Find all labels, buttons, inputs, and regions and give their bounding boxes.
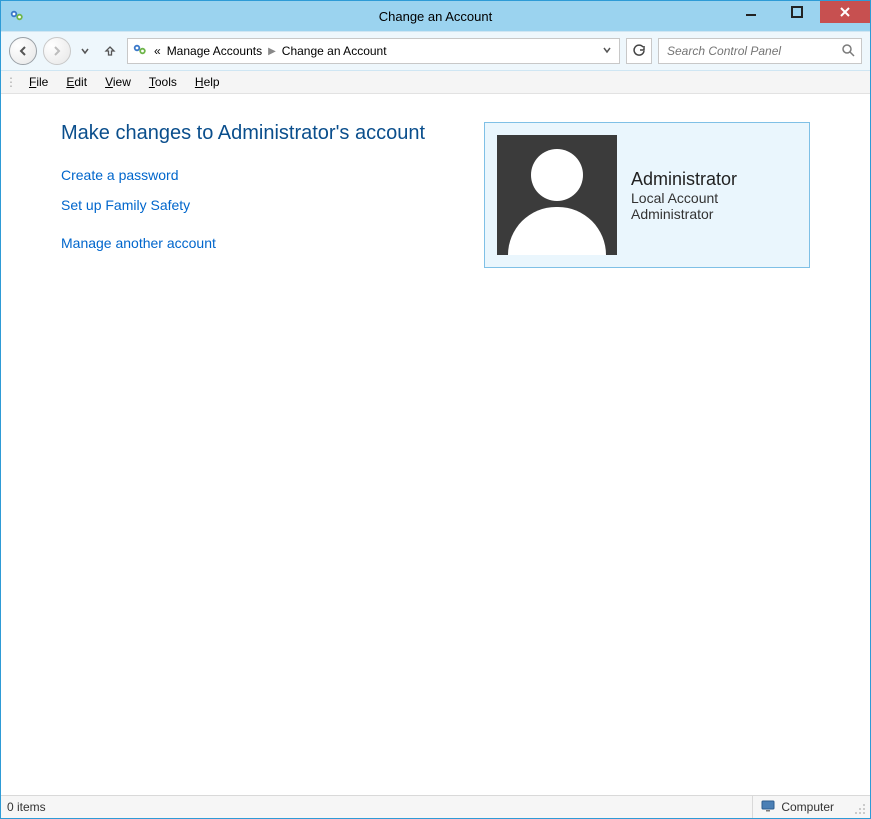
link-manage-another[interactable]: Manage another account xyxy=(61,235,444,251)
up-button[interactable] xyxy=(99,38,121,64)
link-family-safety[interactable]: Set up Family Safety xyxy=(61,197,444,213)
account-type: Local Account xyxy=(631,190,737,206)
page-heading: Make changes to Administrator's account xyxy=(61,122,444,145)
menu-tools[interactable]: Tools xyxy=(141,73,185,91)
maximize-button[interactable] xyxy=(774,1,820,23)
breadcrumb-prefix: « xyxy=(154,44,161,58)
chevron-right-icon: ▶ xyxy=(268,46,276,57)
menu-file[interactable]: File xyxy=(21,73,56,91)
breadcrumb-current[interactable]: Change an Account xyxy=(282,44,387,58)
content-area: Make changes to Administrator's account … xyxy=(1,94,870,795)
computer-icon xyxy=(761,800,775,815)
menu-view[interactable]: View xyxy=(97,73,139,91)
statusbar: 0 items Computer xyxy=(1,795,870,818)
breadcrumb-parent[interactable]: Manage Accounts xyxy=(167,44,262,58)
left-column: Make changes to Administrator's account … xyxy=(61,122,444,795)
account-card[interactable]: Administrator Local Account Administrato… xyxy=(484,122,810,268)
status-location: Computer xyxy=(752,796,854,818)
user-accounts-icon xyxy=(132,42,148,61)
forward-button[interactable] xyxy=(43,37,71,65)
menubar-grip: ⋮ xyxy=(5,75,15,89)
resize-grip-icon[interactable] xyxy=(854,803,868,817)
minimize-button[interactable] xyxy=(728,1,774,23)
search-icon xyxy=(841,43,855,60)
window-controls xyxy=(728,1,870,31)
account-info: Administrator Local Account Administrato… xyxy=(631,169,737,222)
titlebar: Change an Account xyxy=(1,1,870,31)
search-input[interactable] xyxy=(665,43,841,59)
menu-edit[interactable]: Edit xyxy=(58,73,95,91)
navbar: « Manage Accounts ▶ Change an Account xyxy=(1,31,870,71)
window-frame: Change an Account xyxy=(0,0,871,819)
menubar: ⋮ File Edit View Tools Help xyxy=(1,71,870,94)
link-create-password[interactable]: Create a password xyxy=(61,167,444,183)
avatar-icon xyxy=(497,135,617,255)
search-box[interactable] xyxy=(658,38,862,64)
close-button[interactable] xyxy=(820,1,870,23)
status-items: 0 items xyxy=(1,800,46,814)
account-role: Administrator xyxy=(631,206,737,222)
account-name: Administrator xyxy=(631,169,737,190)
app-icon xyxy=(9,8,25,24)
recent-locations-dropdown[interactable] xyxy=(77,38,93,64)
refresh-button[interactable] xyxy=(626,38,652,64)
menu-help[interactable]: Help xyxy=(187,73,228,91)
right-column: Administrator Local Account Administrato… xyxy=(484,122,810,795)
back-button[interactable] xyxy=(9,37,37,65)
address-bar[interactable]: « Manage Accounts ▶ Change an Account xyxy=(127,38,620,64)
status-location-label: Computer xyxy=(781,800,834,814)
address-dropdown[interactable] xyxy=(599,46,615,57)
